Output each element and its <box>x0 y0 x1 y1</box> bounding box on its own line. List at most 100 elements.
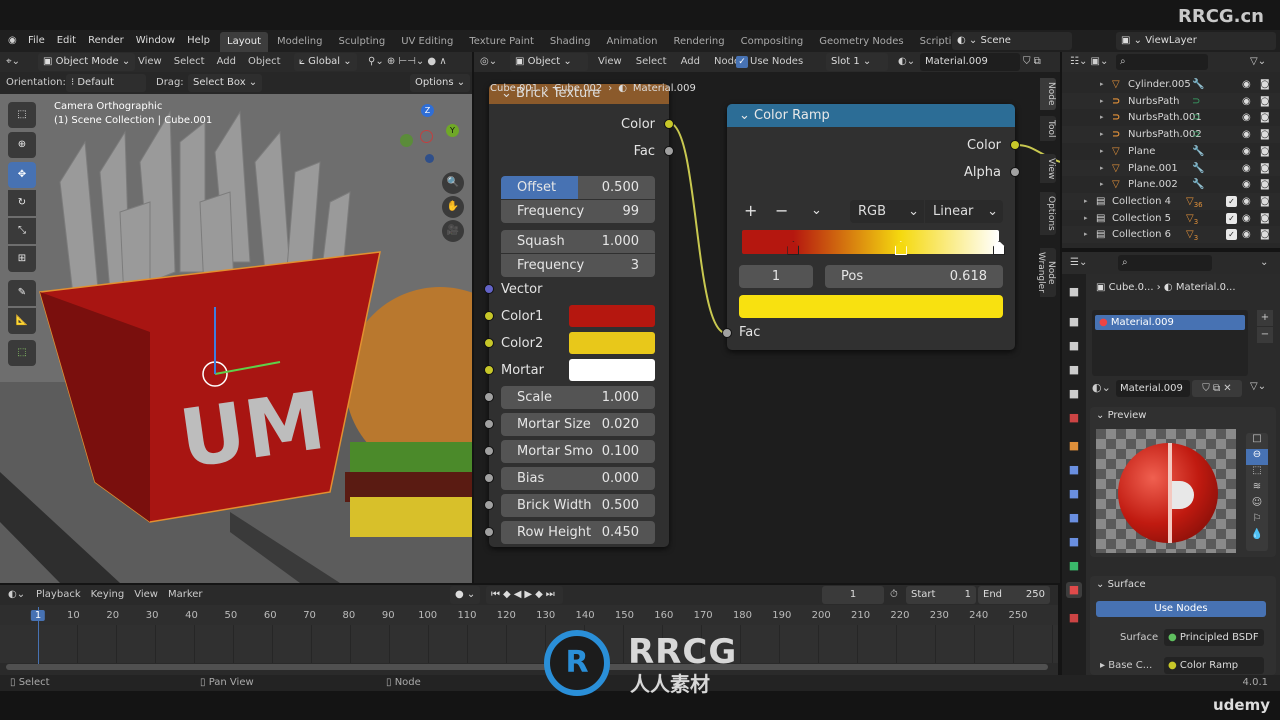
surface-shader-field[interactable]: ● Principled BSDF <box>1164 629 1264 646</box>
render-camera-icon[interactable]: ◙ <box>1260 176 1270 193</box>
properties-tab-texture-icon[interactable]: ■ <box>1066 610 1082 626</box>
gizmo-z-neg[interactable] <box>425 154 434 163</box>
mortar-color-swatch[interactable] <box>569 359 655 381</box>
visibility-eye-icon[interactable]: ◉ <box>1242 109 1251 126</box>
mode-selector[interactable]: ▣ Object Mode ⌄ <box>38 53 136 71</box>
viewlayer-selector[interactable]: ▣ ⌄ ViewLayer <box>1116 32 1276 50</box>
render-camera-icon[interactable]: ◙ <box>1260 210 1270 227</box>
brick-field-frequency[interactable]: Frequency 3 <box>501 254 655 277</box>
visibility-eye-icon[interactable]: ◉ <box>1242 226 1251 243</box>
options-chevron-icon[interactable]: ⌄ <box>1260 252 1268 274</box>
pan-view-icon[interactable]: ✋ <box>442 196 464 218</box>
timeline-menu-playback[interactable]: Playback <box>36 585 81 605</box>
input-vector-socket[interactable] <box>484 284 494 294</box>
outliner-item-name[interactable]: Collection 5 <box>1112 210 1171 227</box>
outliner-item-name[interactable]: NurbsPath.002 <box>1128 126 1202 143</box>
editor-type-icon[interactable]: ☰⌄ <box>1070 252 1087 274</box>
sidebar-tab-tool[interactable]: Tool <box>1040 116 1056 142</box>
timeline-menu-keying[interactable]: Keying <box>91 585 125 605</box>
transform-orientation[interactable]: ⟀ Global ⌄ <box>294 53 357 71</box>
brick-param-mortar-smo[interactable]: Mortar Smo 0.100 <box>501 440 655 463</box>
brick-param-bias[interactable]: Bias 0.000 <box>501 467 655 490</box>
input-scale-socket[interactable] <box>484 392 494 402</box>
visibility-eye-icon[interactable]: ◉ <box>1242 210 1251 227</box>
properties-tab-render-icon[interactable]: ■ <box>1066 314 1082 330</box>
properties-tab-view-layer-icon[interactable]: ■ <box>1066 362 1082 378</box>
properties-tab-material-icon[interactable]: ■ <box>1066 582 1082 598</box>
workspace-tab-modeling[interactable]: Modeling <box>270 32 330 52</box>
exclude-checkbox[interactable]: ✓ <box>1226 229 1237 241</box>
input-bias-socket[interactable] <box>484 473 494 483</box>
viewport-menu-select[interactable]: Select <box>174 52 205 72</box>
render-camera-icon[interactable]: ◙ <box>1260 93 1270 110</box>
visibility-eye-icon[interactable]: ◉ <box>1242 193 1251 210</box>
visibility-eye-icon[interactable]: ◉ <box>1242 143 1251 160</box>
exclude-checkbox[interactable]: ✓ <box>1226 195 1237 207</box>
gizmo-x-neg[interactable] <box>400 134 413 147</box>
render-camera-icon[interactable]: ◙ <box>1260 126 1270 143</box>
color1-color-swatch[interactable] <box>569 305 655 327</box>
use-nodes-button[interactable]: Use Nodes <box>1096 601 1266 617</box>
expand-arrow-icon[interactable]: ▸ <box>1100 126 1104 143</box>
visibility-eye-icon[interactable]: ◉ <box>1242 160 1251 177</box>
annotate-tool[interactable]: ✎ <box>8 280 36 306</box>
outliner-item-name[interactable]: NurbsPath <box>1128 93 1179 110</box>
outliner-row[interactable]: ▸ ⊃ NurbsPath.001 ⊃ ◉ ◙ <box>1062 109 1280 127</box>
sidebar-tab-view[interactable]: View <box>1040 154 1056 184</box>
visibility-eye-icon[interactable]: ◉ <box>1242 176 1251 193</box>
render-camera-icon[interactable]: ◙ <box>1260 160 1270 177</box>
viewport-menu-object[interactable]: Object <box>248 52 281 72</box>
workspace-tab-sculpting[interactable]: Sculpting <box>332 32 393 52</box>
surface-panel-header[interactable]: ⌄ Surface <box>1096 579 1146 590</box>
color-ramp-node[interactable]: ⌄ Color Ramp Color Alpha + − ⌄ RGB ⌄ Line… <box>722 104 1020 350</box>
visibility-eye-icon[interactable]: ◉ <box>1242 76 1251 93</box>
rotate-tool[interactable]: ↻ <box>8 190 36 216</box>
material-slot-item[interactable]: ● Material.009 <box>1095 315 1245 330</box>
properties-search-input[interactable]: ⌕ <box>1118 255 1212 271</box>
sidebar-tab-node-wrangler[interactable]: Node Wrangler <box>1036 248 1056 297</box>
editor-type-icon[interactable]: ⌖⌄ <box>6 52 20 72</box>
base-color-field[interactable]: ● Color Ramp <box>1164 657 1264 674</box>
ramp-node-header[interactable]: ⌄ Color Ramp <box>727 104 1015 127</box>
input-mortar-socket[interactable] <box>484 365 494 375</box>
orientation-selector[interactable]: ⁝ Default <box>66 74 146 92</box>
stopwatch-icon[interactable]: ⏱ <box>890 585 898 605</box>
snap-icon[interactable]: ⚲⌄ ⊕ ⊢⊣⌄ ● ∧ <box>368 52 447 72</box>
brick-texture-node[interactable]: ⌄ Brick Texture Color Fac Offset 0.500 Fre… <box>484 84 674 547</box>
properties-tab-output-icon[interactable]: ■ <box>1066 338 1082 354</box>
timeline[interactable]: ◐⌄ Playback Keying View Marker ● ⌄ ⏮◆◀▶◆⏭ 1… <box>0 585 1058 675</box>
filter-icon[interactable]: ▽⌄ <box>1250 52 1266 72</box>
ramp-output-color-socket[interactable] <box>1010 140 1020 150</box>
visibility-eye-icon[interactable]: ◉ <box>1242 126 1251 143</box>
properties-tab-physics-icon[interactable]: ■ <box>1066 510 1082 526</box>
current-frame-field[interactable]: 1 <box>822 586 884 604</box>
timeline-scrollbar[interactable] <box>6 664 1048 670</box>
zoom-view-icon[interactable]: 🔍 <box>442 172 464 194</box>
brick-field-squash[interactable]: Squash 1.000 <box>501 230 655 253</box>
outliner-search-input[interactable]: ⌕ <box>1116 54 1208 70</box>
render-camera-icon[interactable]: ◙ <box>1260 109 1270 126</box>
menu-help[interactable]: Help <box>187 30 210 52</box>
workspace-tab-compositing[interactable]: Compositing <box>734 32 811 52</box>
scale-tool[interactable]: ⤡ <box>8 218 36 244</box>
visibility-eye-icon[interactable]: ◉ <box>1242 93 1251 110</box>
input-mortar-size-socket[interactable] <box>484 419 494 429</box>
properties-tab-object-icon[interactable]: ■ <box>1066 438 1082 454</box>
input-color2-socket[interactable] <box>484 338 494 348</box>
menu-edit[interactable]: Edit <box>57 30 76 52</box>
add-cube-tool[interactable]: ⬚ <box>8 340 36 366</box>
workspace-tab-geometry-nodes[interactable]: Geometry Nodes <box>812 32 910 52</box>
brick-field-offset[interactable]: Offset 0.500 <box>501 176 655 199</box>
brick-param-row-height[interactable]: Row Height 0.450 <box>501 521 655 544</box>
input-color1-socket[interactable] <box>484 311 494 321</box>
outliner-item-name[interactable]: Plane <box>1128 143 1155 160</box>
material-slot-list[interactable]: ● Material.009 <box>1092 310 1248 376</box>
expand-arrow-icon[interactable]: ▸ <box>1084 226 1088 243</box>
outliner-item-name[interactable]: Collection 6 <box>1112 226 1171 243</box>
gizmo-z[interactable]: Z <box>421 104 434 117</box>
input-brick-width-socket[interactable] <box>484 500 494 510</box>
remove-stop-button[interactable]: − <box>775 201 788 220</box>
node-editor[interactable]: ◎⌄ ▣ Object ⌄ View Select Add Node ✓ Use No… <box>474 52 1060 583</box>
cursor-tool[interactable]: ⊕ <box>8 132 36 158</box>
outliner-row[interactable]: ▸ ▽ Cylinder.005 🔧 ◉ ◙ <box>1062 76 1280 93</box>
